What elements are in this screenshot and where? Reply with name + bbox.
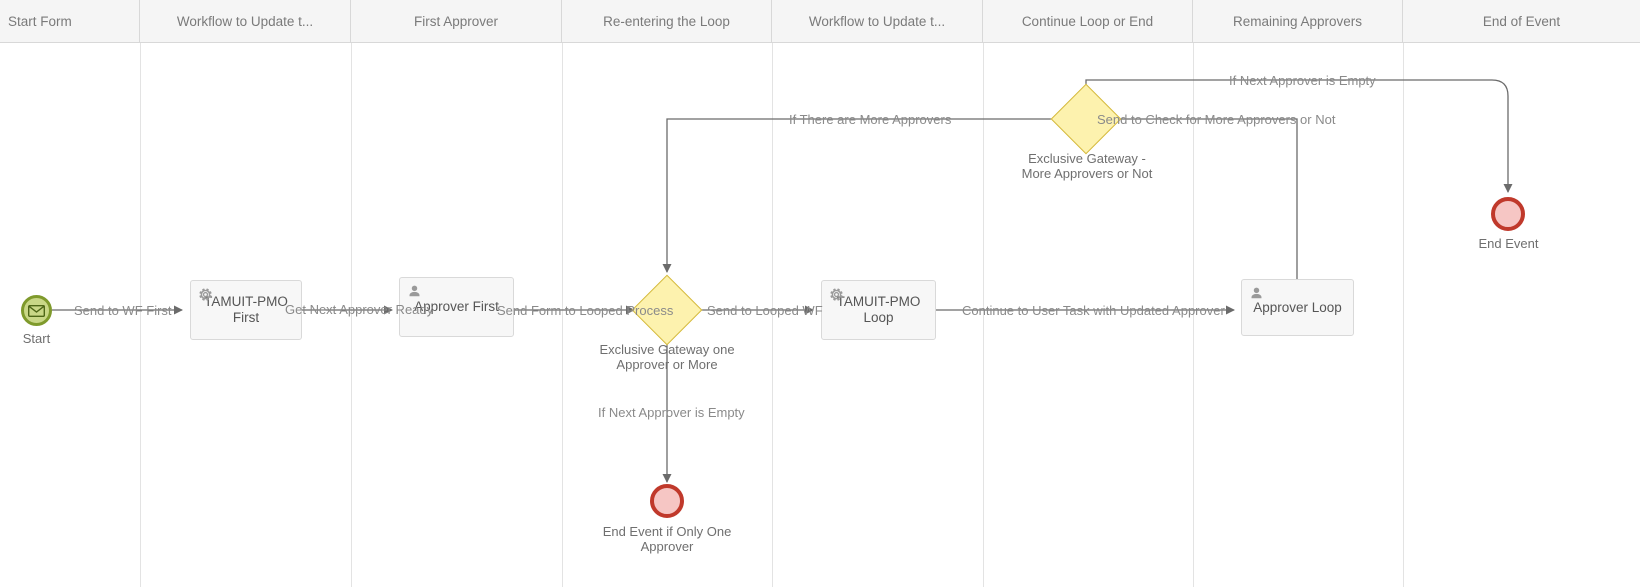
edge-approver-loop-to-gateway-more — [1112, 119, 1297, 279]
lane-header-continue-loop-end[interactable]: Continue Loop or End — [983, 0, 1193, 42]
end-event-single-approver-label: End Event if Only One Approver — [592, 524, 742, 555]
edge-label-continue-to-user-task: Continue to User Task with Updated Appro… — [962, 303, 1225, 318]
edge-label-if-there-are-more-approvers: If There are More Approvers — [789, 112, 951, 127]
lane-divider-7 — [1403, 43, 1404, 587]
lane-header-workflow-update-1[interactable]: Workflow to Update t... — [140, 0, 351, 42]
lane-label: Start Form — [8, 14, 72, 29]
edge-label-send-to-looped-wf: Send to Looped WF — [707, 303, 823, 318]
bpmn-canvas: Start Form Workflow to Update t... First… — [0, 0, 1640, 587]
edge-label-send-to-wf-first: Send to WF First — [74, 303, 172, 318]
lane-label: Continue Loop or End — [1022, 14, 1153, 29]
edge-label-if-next-approver-is-empty-top: If Next Approver is Empty — [1229, 73, 1376, 88]
lane-label: Workflow to Update t... — [809, 14, 945, 29]
lane-label: Workflow to Update t... — [177, 14, 313, 29]
lane-label: Remaining Approvers — [1233, 14, 1362, 29]
user-icon — [1249, 286, 1264, 301]
user-icon — [407, 284, 422, 299]
task-label: Approver Loop — [1253, 300, 1342, 316]
start-event[interactable] — [21, 295, 52, 326]
gear-icon — [198, 287, 213, 302]
lane-header-first-approver[interactable]: First Approver — [351, 0, 562, 42]
lane-label: Re-entering the Loop — [603, 14, 730, 29]
task-approver-loop[interactable]: Approver Loop — [1241, 279, 1354, 336]
lane-header-remaining-approvers[interactable]: Remaining Approvers — [1193, 0, 1403, 42]
edge-gateway-more-loop-back — [667, 119, 1060, 272]
lane-header-start-form[interactable]: Start Form — [0, 0, 140, 42]
lane-header-strip: Start Form Workflow to Update t... First… — [0, 0, 1640, 43]
edge-label-send-form-to-looped-process: Send Form to Looped Process — [497, 303, 673, 318]
edge-label-if-next-approver-is-empty-bottom: If Next Approver is Empty — [598, 405, 745, 420]
edge-label-send-to-check-more-approvers: Send to Check for More Approvers or Not — [1097, 112, 1335, 127]
end-event-main-label: End Event — [1450, 236, 1567, 251]
lane-header-workflow-update-2[interactable]: Workflow to Update t... — [772, 0, 983, 42]
lane-header-reentering-loop[interactable]: Re-entering the Loop — [562, 0, 772, 42]
task-tamuit-pmo-loop[interactable]: TAMUIT-PMO Loop — [821, 280, 936, 340]
end-event-single-approver[interactable] — [650, 484, 684, 518]
lane-label: First Approver — [414, 14, 498, 29]
gateway-more-approvers-or-not-label: Exclusive Gateway - More Approvers or No… — [1016, 151, 1158, 182]
end-event-main[interactable] — [1491, 197, 1525, 231]
envelope-icon — [28, 305, 45, 317]
lane-header-end-of-event[interactable]: End of Event — [1403, 0, 1640, 42]
start-event-label: Start — [0, 331, 73, 346]
lane-label: End of Event — [1483, 14, 1560, 29]
edge-label-get-next-approver-ready: Get Next Approver Ready — [285, 302, 433, 317]
gear-icon — [829, 287, 844, 302]
gateway-one-approver-or-more-label: Exclusive Gateway one Approver or More — [592, 342, 742, 373]
